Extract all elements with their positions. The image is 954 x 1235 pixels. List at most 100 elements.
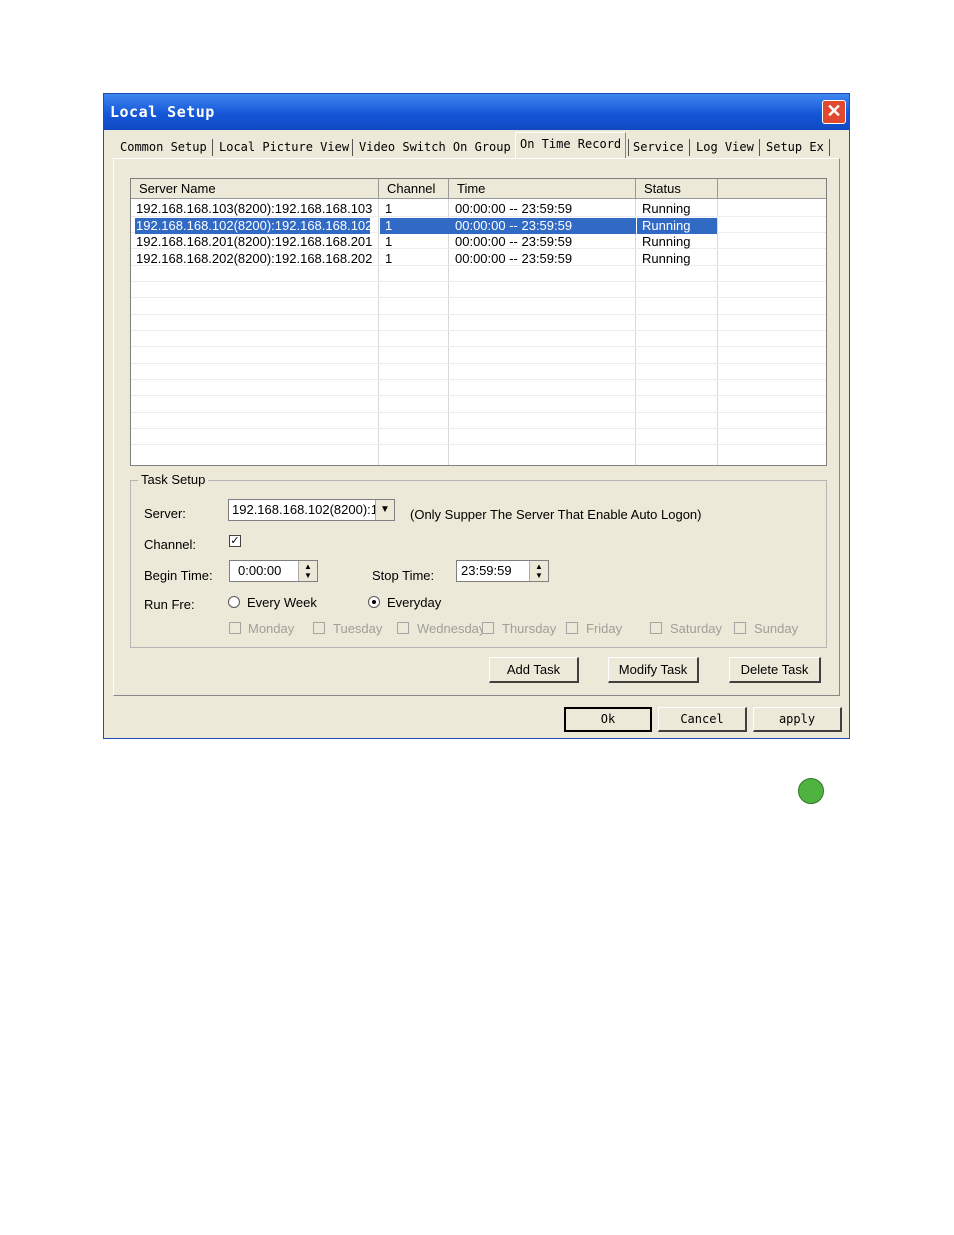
cell-status: Running <box>642 234 691 249</box>
tab-divider <box>352 139 353 156</box>
spin-down-icon[interactable]: ▼ <box>530 571 548 580</box>
add-task-button[interactable]: Add Task <box>489 657 579 683</box>
grid-line <box>131 330 826 331</box>
tab-video-switch-on-group[interactable]: Video Switch On Group <box>359 136 511 158</box>
grid-line <box>131 363 826 364</box>
thursday-checkbox[interactable] <box>482 622 494 634</box>
grid-line <box>131 444 826 445</box>
server-select[interactable]: 192.168.168.102(8200):1 ▼ <box>228 499 395 521</box>
cell-status: Running <box>637 218 717 234</box>
tuesday-checkbox[interactable] <box>313 622 325 634</box>
cell-server: 192.168.168.103(8200):192.168.168.103 <box>136 201 373 216</box>
tab-log-view[interactable]: Log View <box>696 136 754 158</box>
apply-button[interactable]: apply <box>753 707 842 732</box>
begin-time-input[interactable]: 0:00:00 ▲ ▼ <box>229 560 318 582</box>
monday-label: Monday <box>248 621 295 636</box>
tab-setup-ex[interactable]: Setup Ex <box>766 136 824 158</box>
stop-time-label: Stop Time: <box>372 568 435 583</box>
tab-divider <box>689 139 690 156</box>
cancel-button[interactable]: Cancel <box>658 707 747 732</box>
column-header-status[interactable]: Status <box>636 179 718 198</box>
tab-divider <box>628 139 629 156</box>
run-frequency-label: Run Fre: <box>144 597 195 612</box>
list-header: Server Name Channel Time Status <box>131 179 826 199</box>
cell-channel: 1 <box>385 251 393 266</box>
chevron-down-icon[interactable]: ▼ <box>375 500 394 520</box>
tab-divider <box>212 139 213 156</box>
cell-server: 192.168.168.201(8200):192.168.168.201 <box>136 234 373 249</box>
table-row[interactable]: 192.168.168.202(8200):192.168.168.202 1 … <box>131 251 826 267</box>
ok-button[interactable]: Ok <box>564 707 652 732</box>
grid-line <box>131 281 826 282</box>
tab-divider <box>829 139 830 156</box>
sunday-label: Sunday <box>754 621 799 636</box>
close-icon[interactable]: ✕ <box>822 100 846 124</box>
cell-time: 00:00:00 -- 23:59:59 <box>455 201 573 216</box>
every-week-label[interactable]: Every Week <box>247 595 317 610</box>
channel-checkbox[interactable]: ✓ <box>229 535 241 547</box>
begin-time-value: 0:00:00 <box>238 563 282 578</box>
task-setup-label: Task Setup <box>138 472 209 487</box>
cell-server: 192.168.168.102(8200):192.168.168.102 <box>135 218 373 234</box>
cell-channel: 1 <box>385 234 393 249</box>
friday-checkbox[interactable] <box>566 622 578 634</box>
tab-common-setup[interactable]: Common Setup <box>120 136 207 158</box>
stop-time-input[interactable]: 23:59:59 ▲ ▼ <box>456 560 549 582</box>
server-note: (Only Supper The Server That Enable Auto… <box>410 507 702 522</box>
stop-time-value: 23:59:59 <box>461 563 512 578</box>
server-select-value: 192.168.168.102(8200):1 <box>232 502 379 517</box>
column-header-empty <box>718 179 826 198</box>
modify-task-button[interactable]: Modify Task <box>608 657 699 683</box>
grid-line <box>131 428 826 429</box>
tab-local-picture-view[interactable]: Local Picture View <box>219 136 349 158</box>
spin-up-icon[interactable]: ▲ <box>530 562 548 571</box>
grid-line <box>131 379 826 380</box>
cell-time: 00:00:00 -- 23:59:59 <box>455 234 573 249</box>
table-row[interactable]: 192.168.168.201(8200):192.168.168.201 1 … <box>131 234 826 250</box>
cell-channel: 1 <box>385 201 393 216</box>
delete-task-button[interactable]: Delete Task <box>729 657 821 683</box>
begin-time-spinner[interactable]: ▲ ▼ <box>298 561 317 581</box>
window-title: Local Setup <box>110 103 215 121</box>
saturday-label: Saturday <box>670 621 723 636</box>
table-row[interactable]: 192.168.168.103(8200):192.168.168.103 1 … <box>131 201 826 217</box>
monday-checkbox[interactable] <box>229 622 241 634</box>
tab-divider <box>759 139 760 156</box>
friday-label: Friday <box>586 621 623 636</box>
cell-status: Running <box>642 251 691 266</box>
begin-time-label: Begin Time: <box>144 568 213 583</box>
spin-down-icon[interactable]: ▼ <box>299 571 317 580</box>
tuesday-label: Tuesday <box>333 621 383 636</box>
title-bar[interactable]: Local Setup ✕ <box>104 94 849 130</box>
cell-channel: 1 <box>380 218 451 234</box>
table-row-selected[interactable]: 192.168.168.102(8200):192.168.168.102 1 … <box>131 218 826 234</box>
channel-label: Channel: <box>144 537 197 552</box>
tab-service[interactable]: Service <box>633 136 684 158</box>
grid-line <box>131 412 826 413</box>
sunday-checkbox[interactable] <box>734 622 746 634</box>
stop-time-spinner[interactable]: ▲ ▼ <box>529 561 548 581</box>
tab-on-time-record[interactable]: On Time Record <box>515 132 627 159</box>
server-label: Server: <box>144 506 186 521</box>
wednesday-checkbox[interactable] <box>397 622 409 634</box>
everyday-label[interactable]: Everyday <box>387 595 441 610</box>
grid-line <box>131 395 826 396</box>
cell-time: 00:00:00 -- 23:59:59 <box>455 251 573 266</box>
column-header-channel[interactable]: Channel <box>379 179 449 198</box>
wednesday-label: Wednesday <box>417 621 483 636</box>
saturday-checkbox[interactable] <box>650 622 662 634</box>
column-header-time[interactable]: Time <box>449 179 636 198</box>
every-week-radio[interactable] <box>228 596 240 608</box>
everyday-radio[interactable] <box>368 596 380 608</box>
thursday-label: Thursday <box>502 621 557 636</box>
cell-server: 192.168.168.202(8200):192.168.168.202 <box>136 251 373 266</box>
grid-line <box>131 297 826 298</box>
column-header-server-name[interactable]: Server Name <box>131 179 379 198</box>
cell-status: Running <box>642 201 691 216</box>
green-status-dot-icon <box>798 778 824 804</box>
cell-time: 00:00:00 -- 23:59:59 <box>450 218 636 234</box>
task-list[interactable]: Server Name Channel Time Status 192.168.… <box>130 178 827 466</box>
grid-line <box>131 346 826 347</box>
grid-line <box>131 314 826 315</box>
spin-up-icon[interactable]: ▲ <box>299 562 317 571</box>
